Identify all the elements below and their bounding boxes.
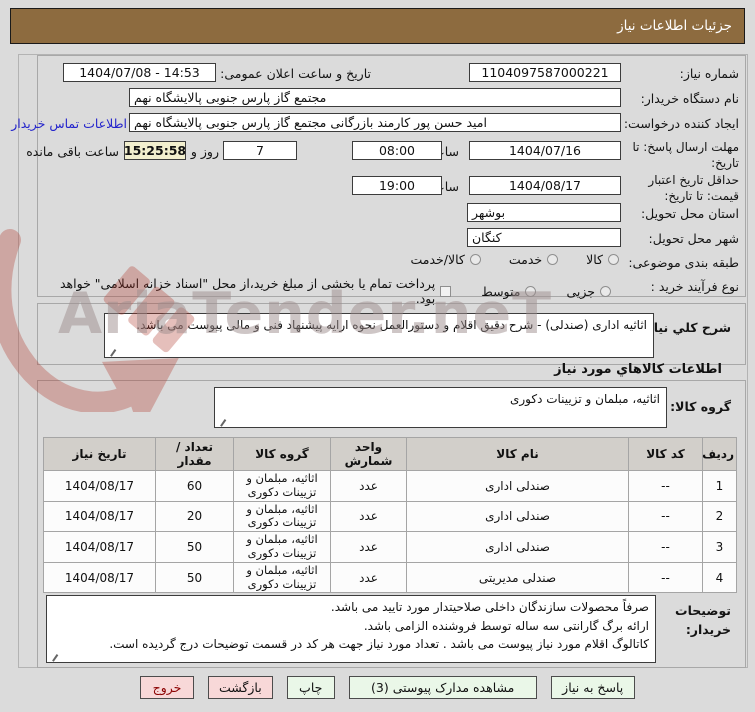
respond-to-need-button[interactable]: پاسخ به نیاز [550, 676, 635, 699]
buyer-org-label: نام دستگاه خریدار: [640, 91, 739, 106]
purchase-process-label: نوع فرآیند خرید : [650, 279, 739, 294]
option-treasury-payment: پرداخت تمام یا بخشی از مبلغ خرید،از محل … [38, 276, 452, 306]
delivery-city-label: شهر محل تحویل: [648, 231, 739, 246]
page-title: جزئیات اطلاعات نیاز [10, 8, 745, 44]
subject-class-options: کالا خدمت کالا/خدمت [410, 252, 619, 267]
announce-datetime-field[interactable]: 1404/07/08 - 14:53 [63, 63, 216, 82]
option-minor: جزیی [566, 284, 611, 299]
option-goods: کالا [586, 252, 619, 267]
need-number-field[interactable]: 1104097587000221 [469, 63, 621, 82]
col-row-number: ردیف [702, 437, 737, 471]
items-panel: گروه کالا: اثاثیه، مبلمان و تزیینات دکور… [37, 380, 746, 668]
print-button[interactable]: چاپ [286, 676, 335, 699]
items-section-header: اطلاعات کالاهاي مورد نیاز [554, 362, 722, 377]
goods-group-label: گروه کالا: [670, 399, 731, 414]
view-attachments-button[interactable]: مشاهده مدارک پیوستی (3) [348, 676, 537, 699]
table-row: 2 -- صندلی اداری عدد اثاثیه، مبلمان و تز… [43, 500, 737, 533]
goods-service-radio-label: کالا/خدمت [410, 252, 465, 267]
response-deadline-label: مهلت ارسال پاسخ: تا تاریخ: [632, 140, 739, 170]
col-group: گروه کالا [233, 437, 331, 471]
request-creator-field[interactable]: امید حسن پور کارمند بازرگانی مجتمع گاز پ… [129, 113, 621, 132]
table-row: 3 -- صندلی اداری عدد اثاثیه، مبلمان و تز… [43, 531, 737, 563]
option-goods-service: کالا/خدمت [410, 252, 481, 267]
remaining-hours-label: ساعت باقی مانده [26, 144, 119, 159]
remaining-days-field: 7 [223, 141, 297, 160]
treasury-checkbox-label: پرداخت تمام یا بخشی از مبلغ خرید،از محل … [60, 276, 436, 306]
exit-button[interactable]: خروج [140, 676, 194, 699]
buyer-note-line: ارائه برگ گارانتی سه ساله توسط فروشنده ا… [363, 618, 649, 633]
buyer-note-line: صرفاً محصولات سازندگان داخلی صلاحیتدار م… [330, 600, 649, 614]
price-validity-label: حداقل تاریخ اعتبار قیمت: تا تاریخ: [648, 173, 739, 203]
buyer-contact-link[interactable]: اطلاعات تماس خریدار [11, 116, 127, 131]
medium-radio[interactable] [525, 285, 537, 297]
table-row: 1 -- صندلی اداری عدد اثاثیه، مبلمان و تز… [43, 470, 737, 502]
goods-group-field[interactable]: اثاثیه، مبلمان و تزیینات دکوری [214, 387, 667, 428]
col-item-code: کد کالا [628, 437, 703, 471]
col-item-name: نام کالا [406, 437, 629, 471]
purchase-process-options: جزیی متوسط پرداخت تمام یا بخشی از مبلغ خ… [38, 276, 611, 306]
buyer-note-line: کاتالوگ اقلام مورد نیاز پیوست می باشد . … [109, 637, 649, 652]
col-need-date: تاریخ نیاز [43, 437, 156, 471]
service-radio[interactable] [547, 254, 559, 265]
table-row: 4 -- صندلی مدیریتی عدد اثاثیه، مبلمان و … [43, 561, 737, 594]
subject-class-label: طبقه بندی موضوعی: [628, 255, 739, 270]
items-table-header-row: ردیف کد کالا نام کالا واحد شمارش گروه کا… [43, 437, 737, 471]
deadline-date-field[interactable]: 1404/07/16 [469, 141, 621, 160]
request-creator-label: ایجاد کننده درخواست: [623, 116, 739, 131]
goods-radio[interactable] [608, 254, 619, 265]
goods-service-radio[interactable] [469, 254, 481, 265]
deadline-time-field[interactable]: 08:00 [352, 141, 442, 160]
col-quantity: تعداد / مقدار [155, 437, 234, 471]
validity-date-field[interactable]: 1404/08/17 [469, 176, 621, 195]
remaining-time-field: 15:25:58 [124, 141, 186, 160]
need-description-textarea[interactable]: اثاثیه اداری (صندلی) - شرح دقیق اقلام و … [104, 313, 654, 358]
option-medium: متوسط [481, 283, 537, 299]
delivery-province-field[interactable]: بوشهر [467, 203, 621, 222]
need-number-label: شماره نیاز: [679, 66, 739, 81]
announce-datetime-label: تاریخ و ساعت اعلان عمومی: [220, 66, 371, 81]
medium-radio-label: متوسط [481, 283, 521, 299]
buyer-notes-label: توضیحات خریدار: [675, 603, 731, 638]
need-description-label: شرح کلي نیاز: [641, 320, 731, 335]
buyer-org-field[interactable]: مجتمع گاز پارس جنوبی پالایشگاه نهم [129, 88, 621, 107]
general-info-panel: شماره نیاز: 1104097587000221 تاریخ و ساع… [11, 55, 746, 306]
col-unit: واحد شمارش [330, 437, 407, 471]
option-service: خدمت [508, 252, 559, 267]
minor-radio[interactable] [600, 285, 611, 297]
service-radio-label: خدمت [508, 252, 543, 267]
items-table: ردیف کد کالا نام کالا واحد شمارش گروه کا… [43, 437, 737, 594]
need-description-panel: شرح کلي نیاز: اثاثیه اداری (صندلی) - شرح… [37, 303, 746, 365]
action-buttons: خروج بازگشت چاپ مشاهده مدارک پیوستی (3) … [140, 676, 635, 699]
buyer-notes-textarea[interactable]: صرفاً محصولات سازندگان داخلی صلاحیتدار م… [46, 595, 656, 663]
treasury-checkbox[interactable] [440, 285, 452, 297]
minor-radio-label: جزیی [566, 283, 595, 299]
validity-time-field[interactable]: 19:00 [352, 176, 442, 195]
delivery-province-label: استان محل تحویل: [640, 206, 739, 221]
remaining-days-label: روز و [190, 144, 219, 159]
goods-radio-label: کالا [586, 252, 603, 267]
delivery-city-field[interactable]: کنگان [467, 228, 621, 247]
back-button[interactable]: بازگشت [208, 676, 273, 699]
